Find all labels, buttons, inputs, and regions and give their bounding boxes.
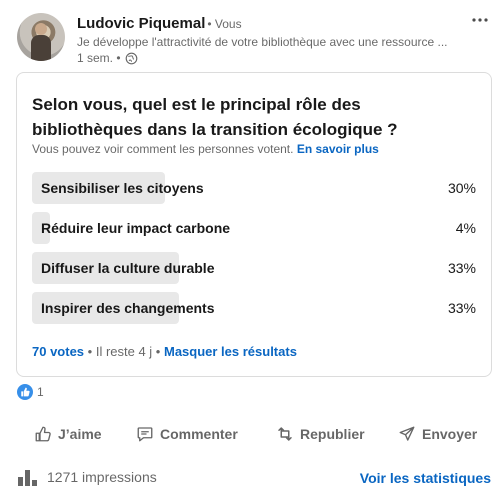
avatar-body [31, 35, 51, 61]
comment-button[interactable]: Commenter [136, 418, 238, 450]
impressions-count: 1271 impressions [47, 469, 157, 485]
author-degree: • Vous [207, 17, 242, 31]
send-label: Envoyer [422, 426, 478, 442]
poll-option-percent: 33% [447, 260, 476, 276]
learn-more-link[interactable]: En savoir plus [297, 142, 379, 156]
poll-option-label: Réduire leur impact carbone [41, 220, 231, 236]
ellipsis-icon [472, 18, 488, 22]
poll-option-label: Diffuser la culture durable [41, 260, 215, 276]
hide-results-link[interactable]: Masquer les résultats [164, 344, 297, 359]
like-reaction-icon [17, 384, 33, 400]
impressions[interactable]: 1271 impressions [17, 468, 157, 486]
like-button[interactable]: J’aime [34, 418, 102, 450]
poll-note-text: Vous pouvez voir comment les personnes v… [32, 142, 294, 156]
poll-footer: 70 votes • Il reste 4 j • Masquer les ré… [32, 344, 297, 359]
avatar-head [35, 23, 47, 35]
votes-link[interactable]: 70 votes [32, 344, 84, 359]
repost-button[interactable]: Republier [276, 418, 365, 450]
poll-option-percent: 33% [447, 300, 476, 316]
poll-remaining: • Il reste 4 j • [87, 344, 161, 359]
repost-icon [278, 427, 292, 441]
poll-option: Diffuser la culture durable 33% [32, 252, 476, 284]
send-button[interactable]: Envoyer [398, 418, 477, 450]
avatar[interactable] [17, 13, 65, 61]
more-options-button[interactable] [468, 12, 492, 28]
globe-icon [125, 52, 137, 64]
poll-question: Selon vous, quel est le principal rôle d… [32, 95, 398, 139]
reactions-summary[interactable]: 1 [17, 384, 44, 400]
poll-option-percent: 30% [447, 180, 476, 196]
post-time: 1 sem. • [77, 51, 121, 65]
comment-label: Commenter [160, 426, 238, 442]
poll-card: Selon vous, quel est le principal rôle d… [16, 72, 492, 377]
comment-icon [137, 427, 153, 442]
poll-option-percent: 4% [455, 220, 476, 236]
poll-option-label: Inspirer des changements [41, 300, 215, 316]
poll-note: Vous pouvez voir comment les personnes v… [32, 142, 379, 156]
post-actions: J’aime Commenter Republier Envoyer [0, 418, 503, 450]
send-icon [399, 426, 415, 441]
post-meta: 1 sem. • [77, 51, 138, 65]
poll-option: Sensibiliser les citoyens 30% [32, 172, 476, 204]
author-headline: Je développe l'attractivité de votre bib… [77, 35, 448, 49]
author-name[interactable]: Ludovic Piquemal [77, 15, 205, 32]
like-label: J’aime [58, 426, 102, 442]
repost-label: Republier [300, 426, 365, 442]
view-stats-link[interactable]: Voir les statistiques [360, 470, 491, 486]
reactions-count: 1 [37, 385, 44, 399]
thumbs-up-icon [35, 426, 51, 442]
poll-option-label: Sensibiliser les citoyens [41, 180, 204, 196]
poll-option: Réduire leur impact carbone 4% [32, 212, 476, 244]
author-line: Ludovic Piquemal • Vous [77, 15, 242, 32]
poll-option: Inspirer des changements 33% [32, 292, 476, 324]
bar-chart-icon [18, 470, 37, 486]
